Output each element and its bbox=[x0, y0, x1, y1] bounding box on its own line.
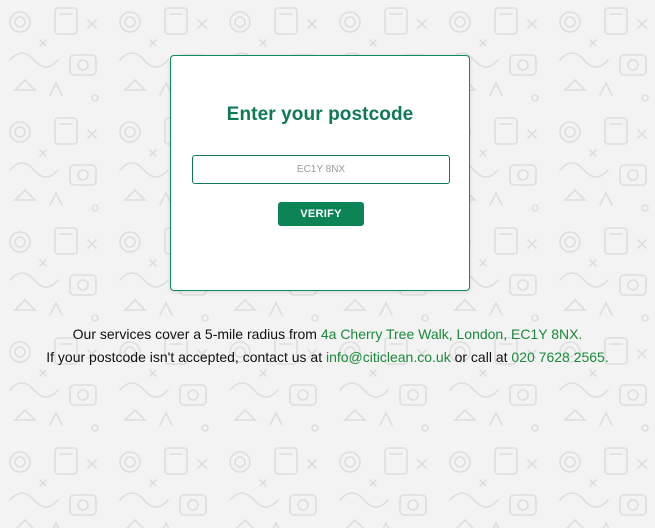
verify-button[interactable]: VERIFY bbox=[278, 202, 364, 226]
phone-link[interactable]: 020 7628 2565. bbox=[511, 349, 608, 365]
postcode-card: Enter your postcode VERIFY bbox=[170, 55, 470, 291]
call-text: or call at bbox=[450, 349, 512, 365]
radius-text: Our services cover a 5-mile radius from bbox=[72, 326, 321, 342]
service-info: Our services cover a 5-mile radius from … bbox=[0, 323, 655, 369]
service-radius-line: Our services cover a 5-mile radius from … bbox=[0, 323, 655, 346]
card-title: Enter your postcode bbox=[226, 104, 414, 125]
contact-text: If your postcode isn't accepted, contact… bbox=[46, 349, 326, 365]
address-link[interactable]: 4a Cherry Tree Walk, London, EC1Y 8NX. bbox=[321, 326, 582, 342]
postcode-input[interactable] bbox=[192, 155, 450, 184]
contact-line: If your postcode isn't accepted, contact… bbox=[0, 346, 655, 369]
email-link[interactable]: info@citiclean.co.uk bbox=[326, 349, 451, 365]
